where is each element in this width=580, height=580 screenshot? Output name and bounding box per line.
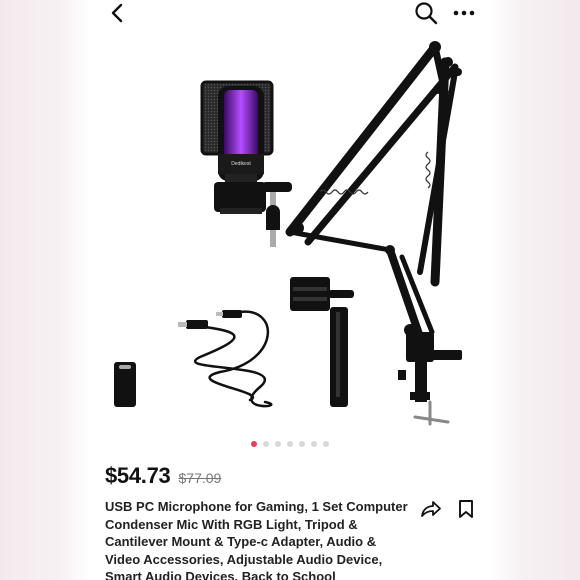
carousel-dot-6[interactable] bbox=[311, 441, 317, 447]
current-price: $54.73 bbox=[105, 463, 171, 488]
product-detail-page: Dedikest $54.73 $77.09 USB PC Microphone… bbox=[90, 0, 490, 580]
product-photo: Dedikest bbox=[114, 41, 462, 426]
more-options-button[interactable] bbox=[450, 0, 478, 26]
product-title: USB PC Microphone for Gaming, 1 Set Comp… bbox=[105, 499, 408, 580]
chevron-left-icon bbox=[111, 3, 123, 23]
carousel-dot-2[interactable] bbox=[263, 441, 269, 447]
share-arrow-icon bbox=[421, 501, 441, 517]
price-row: $54.73 $77.09 bbox=[105, 463, 221, 489]
share-button[interactable] bbox=[418, 496, 444, 522]
carousel-dot-1[interactable] bbox=[251, 441, 257, 447]
carousel-dot-7[interactable] bbox=[323, 441, 329, 447]
carousel-dot-4[interactable] bbox=[287, 441, 293, 447]
product-image-carousel[interactable]: Dedikest bbox=[90, 32, 490, 432]
search-icon bbox=[415, 2, 438, 25]
mic-brand-text: Dedikest bbox=[231, 161, 251, 167]
original-price: $77.09 bbox=[178, 470, 222, 486]
carousel-dot-5[interactable] bbox=[299, 441, 305, 447]
carousel-indicator bbox=[90, 441, 490, 447]
bookmark-button[interactable] bbox=[453, 496, 479, 522]
top-bar bbox=[90, 0, 490, 28]
search-button[interactable] bbox=[412, 0, 440, 26]
carousel-dot-3[interactable] bbox=[275, 441, 281, 447]
more-horizontal-icon bbox=[453, 10, 475, 16]
back-button[interactable] bbox=[103, 0, 131, 26]
bookmark-icon bbox=[459, 500, 473, 518]
